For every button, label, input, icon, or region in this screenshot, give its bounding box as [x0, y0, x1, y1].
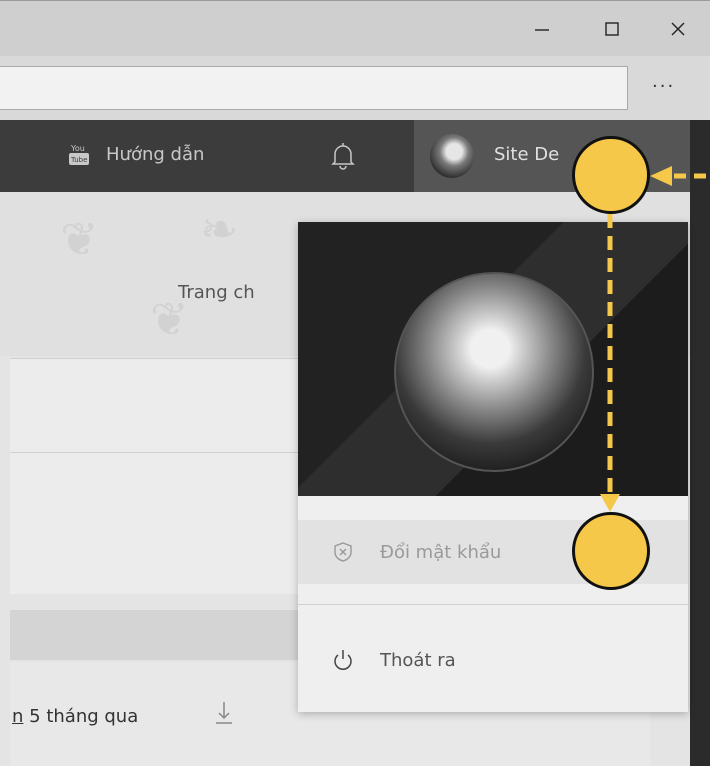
- minimize-icon[interactable]: [522, 15, 562, 43]
- address-bar[interactable]: [0, 66, 628, 110]
- leaf-decoration: ❦: [60, 212, 99, 266]
- download-icon[interactable]: [214, 700, 234, 726]
- page-edge: [690, 120, 710, 766]
- avatar: [430, 134, 474, 178]
- change-password-label: Đổi mật khẩu: [380, 541, 502, 563]
- guide-label: Hướng dẫn: [106, 143, 205, 165]
- leaf-decoration: ❧: [200, 202, 239, 256]
- breadcrumb[interactable]: Trang ch: [178, 282, 255, 303]
- power-icon: [334, 650, 352, 670]
- svg-text:You: You: [70, 144, 85, 153]
- highlight-circle: [572, 512, 650, 590]
- close-icon[interactable]: [658, 15, 698, 43]
- window-titlebar: [0, 0, 710, 56]
- user-name: Site De: [494, 144, 560, 165]
- shield-x-icon: [334, 542, 352, 562]
- profile-avatar: [394, 272, 594, 472]
- menu-divider: [298, 604, 688, 605]
- highlight-circle: [572, 136, 650, 214]
- guide-link[interactable]: You Tube Hướng dẫn: [68, 142, 204, 166]
- logout-item[interactable]: Thoát ra: [298, 628, 688, 692]
- browser-toolbar: ···: [0, 56, 710, 120]
- period-label[interactable]: n 5 tháng qua: [12, 706, 138, 727]
- maximize-icon[interactable]: [592, 15, 632, 43]
- youtube-icon: You Tube: [69, 144, 89, 165]
- profile-header: [298, 222, 688, 496]
- bell-icon[interactable]: [330, 142, 356, 170]
- screen: ··· You Tube Hướng dẫn Site De ❦ ❦ ❧ Tra…: [0, 0, 710, 766]
- user-dropdown-menu: Đổi mật khẩu Thoát ra: [298, 222, 688, 712]
- logout-label: Thoát ra: [380, 649, 456, 671]
- svg-text:Tube: Tube: [70, 156, 87, 164]
- more-menu-button[interactable]: ···: [652, 76, 696, 100]
